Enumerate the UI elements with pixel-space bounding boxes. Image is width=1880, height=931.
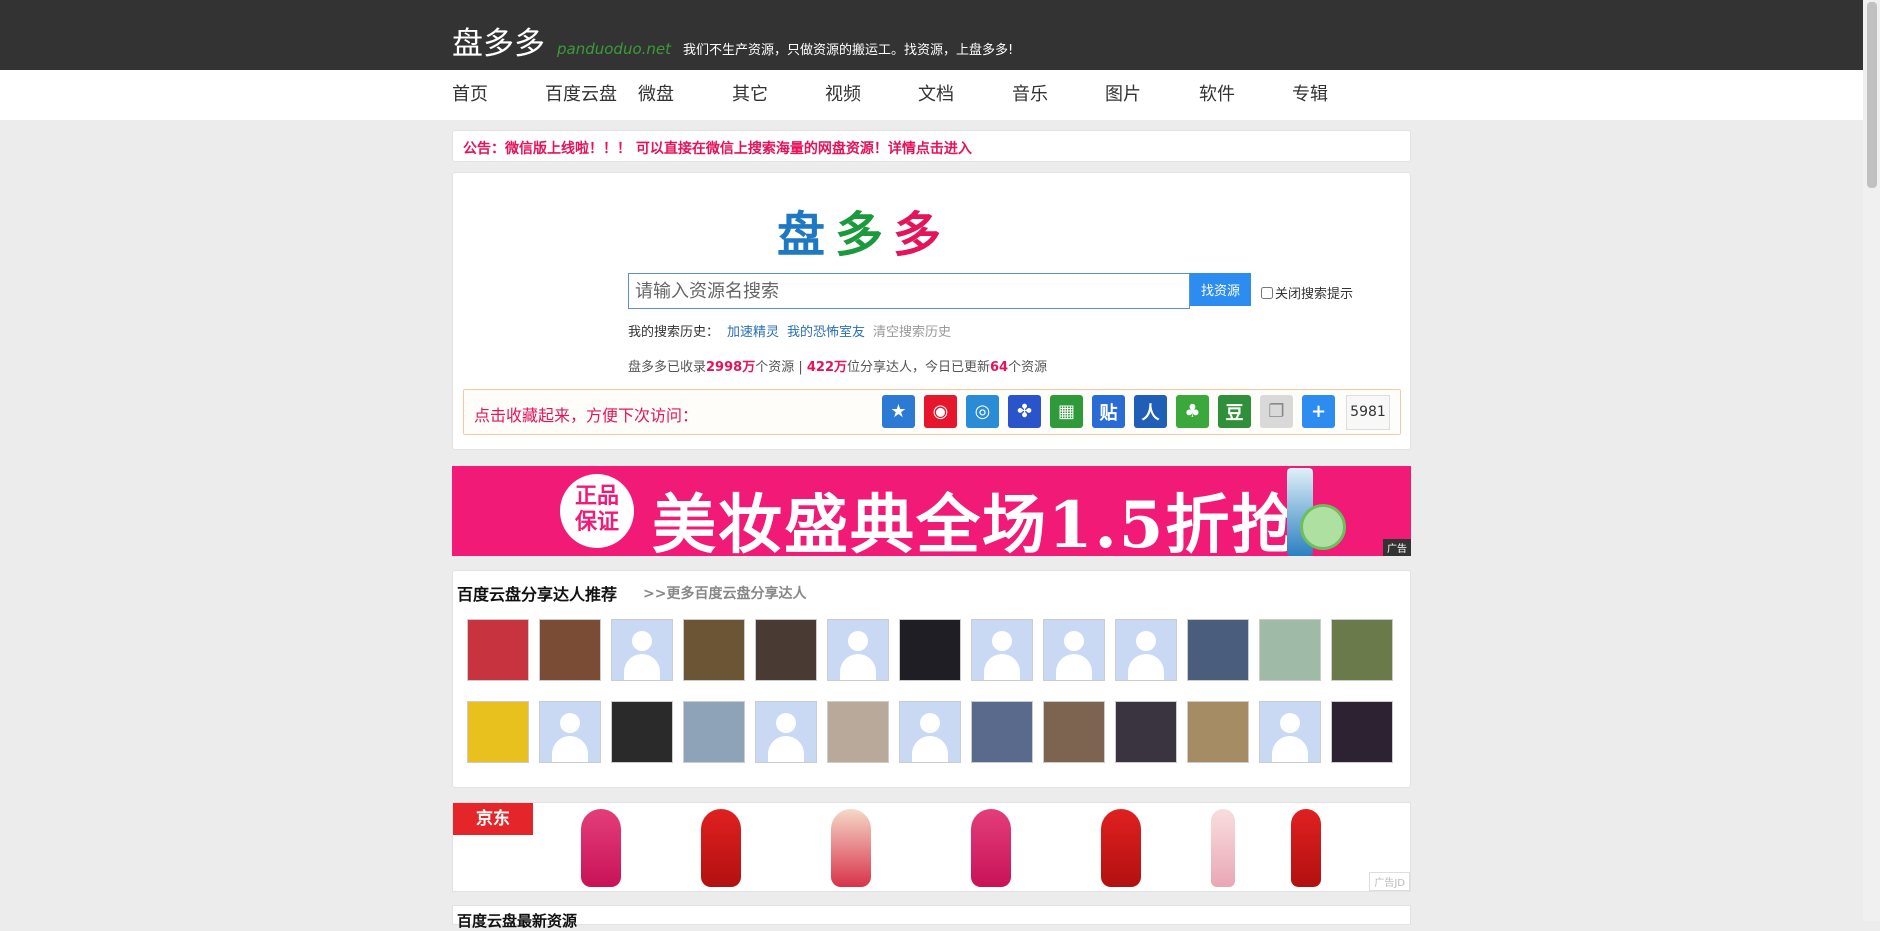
- aloe-image: [1300, 504, 1346, 550]
- user-avatar[interactable]: [1259, 701, 1321, 763]
- search-title: 盘多多: [777, 207, 952, 263]
- search-button[interactable]: 找资源: [1190, 273, 1251, 306]
- more-experts-link[interactable]: >>更多百度云盘分享达人: [643, 583, 806, 603]
- user-avatar[interactable]: [611, 701, 673, 763]
- user-avatar[interactable]: [827, 701, 889, 763]
- nav-music[interactable]: 音乐: [1012, 80, 1048, 106]
- experts-section: 百度云盘分享达人推荐 >>更多百度云盘分享达人: [452, 570, 1411, 788]
- user-avatar[interactable]: [1043, 701, 1105, 763]
- nav-weipan[interactable]: 微盘: [638, 80, 674, 106]
- user-avatar[interactable]: [1331, 701, 1393, 763]
- shoe-image: [1211, 809, 1235, 887]
- qzone-icon[interactable]: ★: [882, 395, 915, 428]
- history-item[interactable]: 加速精灵: [727, 325, 779, 340]
- baidu-icon[interactable]: ✤: [1008, 395, 1041, 428]
- nav-other[interactable]: 其它: [732, 80, 768, 106]
- nav-image[interactable]: 图片: [1105, 80, 1141, 106]
- nav-software[interactable]: 软件: [1199, 80, 1235, 106]
- top-header: 盘多多 panduoduo.net 我们不生产资源，只做资源的搬运工。找资源，上…: [0, 0, 1880, 70]
- share-icons: ★ ◉ ◎ ✤ ▦ 贴人 ♣ 豆 ❐ +: [882, 395, 1335, 428]
- user-avatar[interactable]: [467, 701, 529, 763]
- bookmark-share-bar: 点击收藏起来，方便下次访问： ★ ◉ ◎ ✤ ▦ 贴人 ♣ 豆 ❐ + 5981: [463, 389, 1401, 435]
- history-label: 我的搜索历史：: [628, 325, 720, 340]
- today-count: 64: [990, 360, 1009, 375]
- site-stats: 盘多多已收录2998万个资源 | 422万位分享达人，今日已更新64个资源: [628, 360, 1048, 375]
- ad-tag: 广告JD: [1369, 872, 1410, 891]
- share-count[interactable]: 5981: [1346, 395, 1390, 430]
- renren-icon[interactable]: 人: [1134, 395, 1167, 428]
- beauty-ad-banner[interactable]: 正品 保证 美妆盛典全场1.5折抢 广告: [452, 466, 1411, 556]
- resource-count: 2998万: [706, 360, 756, 375]
- user-avatar[interactable]: [971, 619, 1033, 681]
- jd-ad-banner[interactable]: 京东 广告JD: [452, 802, 1411, 892]
- user-avatar[interactable]: [539, 701, 601, 763]
- kaixin-icon[interactable]: ♣: [1176, 395, 1209, 428]
- user-avatar[interactable]: [755, 619, 817, 681]
- user-avatar[interactable]: [1115, 619, 1177, 681]
- search-tip-toggle[interactable]: 关闭搜索提示: [1261, 283, 1353, 302]
- search-tip-checkbox[interactable]: [1261, 286, 1273, 299]
- next-section-heading: 百度云盘最新资源: [452, 905, 1411, 930]
- shoe-image: [971, 809, 1011, 887]
- baidu-space-icon[interactable]: ▦: [1050, 395, 1083, 428]
- user-avatar[interactable]: [899, 701, 961, 763]
- scrollbar-thumb[interactable]: [1867, 2, 1877, 188]
- main-nav: 首页 百度云盘 微盘 其它 视频 文档 音乐 图片 软件 专辑: [0, 70, 1880, 120]
- notice-bar[interactable]: 公告：微信版上线啦！！！ 可以直接在微信上搜索海量的网盘资源！详情点击进入: [452, 130, 1411, 162]
- user-avatar[interactable]: [683, 701, 745, 763]
- experts-heading: 百度云盘分享达人推荐: [457, 585, 618, 604]
- nav-album[interactable]: 专辑: [1292, 80, 1328, 106]
- search-tip-label: 关闭搜索提示: [1275, 287, 1354, 302]
- nav-document[interactable]: 文档: [918, 80, 954, 106]
- history-item[interactable]: 我的恐怖室友: [787, 325, 865, 340]
- tencent-weibo-icon[interactable]: ◎: [966, 395, 999, 428]
- nav-baidu-pan[interactable]: 百度云盘: [545, 80, 617, 106]
- copy-icon[interactable]: ❐: [1260, 395, 1293, 428]
- user-avatar[interactable]: [971, 701, 1033, 763]
- ad-tag: 广告: [1383, 539, 1411, 556]
- douban-icon[interactable]: 豆: [1218, 395, 1251, 428]
- authentic-seal: 正品 保证: [560, 474, 634, 548]
- tieba-icon[interactable]: 贴: [1092, 395, 1125, 428]
- shoe-image: [581, 809, 621, 887]
- nav-video[interactable]: 视频: [825, 80, 861, 106]
- more-icon[interactable]: +: [1302, 395, 1335, 428]
- user-avatar[interactable]: [899, 619, 961, 681]
- page-scrollbar[interactable]: [1863, 0, 1880, 921]
- jd-logo: 京东: [453, 803, 533, 835]
- bookmark-label: 点击收藏起来，方便下次访问：: [474, 406, 699, 425]
- user-avatar[interactable]: [1331, 619, 1393, 681]
- search-history: 我的搜索历史： 加速精灵 我的恐怖室友 清空搜索历史: [628, 321, 951, 340]
- user-avatar[interactable]: [827, 619, 889, 681]
- user-avatar[interactable]: [539, 619, 601, 681]
- user-avatar[interactable]: [683, 619, 745, 681]
- user-avatar[interactable]: [755, 701, 817, 763]
- weibo-icon[interactable]: ◉: [924, 395, 957, 428]
- clear-history-link[interactable]: 清空搜索历史: [873, 325, 951, 340]
- shoe-image: [1101, 809, 1141, 887]
- shoe-image: [701, 809, 741, 887]
- user-avatar[interactable]: [1187, 701, 1249, 763]
- ad-headline: 美妆盛典全场1.5折抢: [652, 488, 1298, 556]
- user-avatar[interactable]: [1115, 701, 1177, 763]
- user-avatar[interactable]: [1043, 619, 1105, 681]
- search-panel: 盘多多 找资源 关闭搜索提示 我的搜索历史： 加速精灵我的恐怖室友清空搜索历史 盘…: [452, 172, 1411, 450]
- user-avatar[interactable]: [1187, 619, 1249, 681]
- site-slogan: 我们不生产资源，只做资源的搬运工。找资源，上盘多多!: [683, 43, 1014, 58]
- shoe-image: [1291, 809, 1321, 887]
- user-avatar[interactable]: [1259, 619, 1321, 681]
- sharer-count: 422万: [806, 360, 847, 375]
- site-logo[interactable]: 盘多多: [452, 18, 545, 63]
- shoe-image: [831, 809, 871, 887]
- user-avatar[interactable]: [467, 619, 529, 681]
- nav-home[interactable]: 首页: [452, 80, 488, 106]
- user-avatar[interactable]: [611, 619, 673, 681]
- site-domain: panduoduo.net: [557, 40, 672, 58]
- avatar-grid: [467, 619, 1393, 763]
- search-input[interactable]: [628, 273, 1190, 309]
